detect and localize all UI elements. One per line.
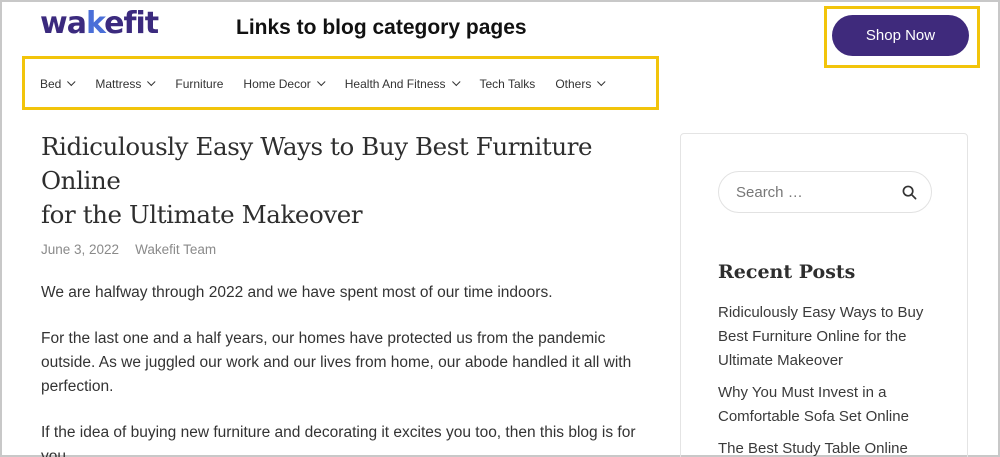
- article-date[interactable]: June 3, 2022: [41, 242, 119, 257]
- chevron-down-icon: [597, 77, 606, 87]
- nav-item-home-decor[interactable]: Home Decor: [243, 77, 326, 91]
- article-title: Ridiculously Easy Ways to Buy Best Furni…: [41, 130, 661, 232]
- search-icon[interactable]: [902, 185, 917, 200]
- article-paragraph: If the idea of buying new furniture and …: [41, 424, 636, 457]
- nav-item-others[interactable]: Others: [555, 77, 606, 91]
- article: Ridiculously Easy Ways to Buy Best Furni…: [41, 130, 661, 457]
- nav-item-label: Mattress: [95, 77, 142, 91]
- nav-item-label: Furniture: [175, 77, 224, 91]
- shop-now-button[interactable]: Shop Now: [832, 15, 969, 56]
- search-box: [718, 171, 932, 213]
- article-meta: June 3, 2022 Wakefit Team: [41, 242, 661, 257]
- recent-post-link[interactable]: The Best Study Table Online: [718, 437, 948, 457]
- wakefit-logo[interactable]: wakefit: [40, 6, 159, 41]
- chevron-down-icon: [67, 77, 76, 87]
- nav-item-tech-talks[interactable]: Tech Talks: [480, 77, 536, 91]
- nav-item-mattress[interactable]: Mattress: [95, 77, 156, 91]
- nav-item-label: Health And Fitness: [344, 77, 446, 91]
- recent-post-link[interactable]: Ridiculously Easy Ways to Buy Best Furni…: [718, 301, 948, 373]
- nav-item-furniture[interactable]: Furniture: [175, 77, 223, 91]
- recent-posts-heading: Recent Posts: [718, 261, 856, 283]
- chevron-down-icon: [316, 77, 326, 87]
- nav-item-bed[interactable]: Bed: [40, 77, 76, 91]
- article-paragraph: We are halfway through 2022 and we have …: [41, 284, 553, 301]
- nav-item-label: Others: [555, 77, 592, 91]
- article-title-line1: Ridiculously Easy Ways to Buy Best Furni…: [41, 132, 593, 195]
- recent-post-link[interactable]: Why You Must Invest in a Comfortable Sof…: [718, 381, 948, 429]
- category-nav: Bed Mattress Furniture Home Decor Health…: [40, 74, 625, 94]
- article-author[interactable]: Wakefit Team: [135, 242, 216, 257]
- annotation-label: Links to blog category pages: [236, 16, 527, 39]
- nav-item-label: Bed: [40, 77, 62, 91]
- search-input[interactable]: [736, 183, 886, 201]
- logo-text-end: efit: [104, 6, 159, 41]
- nav-item-label: Tech Talks: [479, 77, 536, 91]
- article-title-line2: for the Ultimate Makeover: [41, 200, 363, 229]
- chevron-down-icon: [147, 77, 156, 87]
- recent-posts-list: Ridiculously Easy Ways to Buy Best Furni…: [718, 301, 948, 457]
- nav-item-label: Home Decor: [243, 77, 311, 91]
- chevron-down-icon: [451, 77, 461, 87]
- nav-item-health-fitness[interactable]: Health And Fitness: [344, 77, 461, 91]
- sidebar: Recent Posts Ridiculously Easy Ways to B…: [680, 133, 968, 457]
- logo-figure-k: k: [85, 6, 105, 41]
- article-paragraph: For the last one and a half years, our h…: [41, 330, 632, 395]
- logo-text-start: wa: [40, 6, 87, 41]
